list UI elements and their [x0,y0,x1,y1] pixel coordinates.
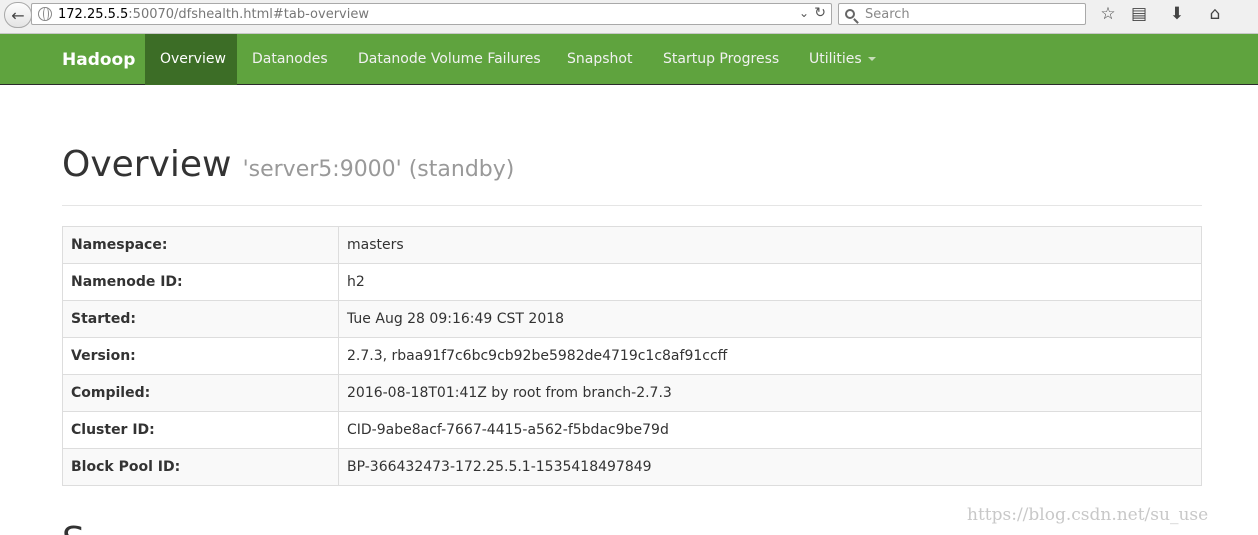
nav-utilities-label: Utilities [809,51,862,67]
nav-snapshot[interactable]: Snapshot [552,34,647,85]
search-placeholder: Search [865,6,910,22]
reading-list-icon[interactable]: ▤ [1128,4,1150,24]
globe-icon [38,7,52,21]
nav-utilities[interactable]: Utilities [794,34,891,85]
overview-table: Namespace: masters Namenode ID: h2 Start… [62,226,1202,486]
row-value: masters [338,226,1202,264]
chevron-down-icon[interactable]: ⌄ [799,6,809,20]
home-icon[interactable]: ⌂ [1204,4,1226,24]
bookmark-star-icon[interactable]: ☆ [1097,4,1119,24]
row-value: CID-9abe8acf-7667-4415-a562-f5bdac9be79d [338,411,1202,449]
table-row: Compiled: 2016-08-18T01:41Z by root from… [62,374,1202,412]
search-input[interactable]: Search [838,3,1086,25]
page-header: Overview 'server5:9000' (standby) [62,144,1202,206]
row-value: 2016-08-18T01:41Z by root from branch-2.… [338,374,1202,412]
row-label: Cluster ID: [62,411,339,449]
page-subtitle: 'server5:9000' (standby) [242,157,515,182]
page-title: Overview [62,144,232,185]
row-label: Block Pool ID: [62,448,339,486]
table-row: Block Pool ID: BP-366432473-172.25.5.1-1… [62,448,1202,486]
search-icon [845,9,855,19]
table-row: Started: Tue Aug 28 09:16:49 CST 2018 [62,300,1202,338]
reload-icon[interactable]: ↻ [814,5,826,21]
row-label: Namespace: [62,226,339,264]
browser-toolbar: ← 172.25.5.5:50070/dfshealth.html#tab-ov… [0,0,1258,34]
table-row: Cluster ID: CID-9abe8acf-7667-4415-a562-… [62,411,1202,449]
next-section-heading: S [62,520,85,535]
caret-down-icon [867,57,876,61]
row-value: Tue Aug 28 09:16:49 CST 2018 [338,300,1202,338]
row-label: Compiled: [62,374,339,412]
row-label: Version: [62,337,339,375]
url-bar[interactable]: 172.25.5.5:50070/dfshealth.html#tab-over… [31,3,832,25]
table-row: Namespace: masters [62,226,1202,264]
nav-overview[interactable]: Overview [145,34,237,85]
row-value: h2 [338,263,1202,301]
nav-startup-progress[interactable]: Startup Progress [648,34,794,85]
brand-logo[interactable]: Hadoop [62,50,135,70]
nav-datanodes[interactable]: Datanodes [237,34,343,85]
nav-datanode-volume-failures[interactable]: Datanode Volume Failures [343,34,556,85]
row-label: Started: [62,300,339,338]
row-label: Namenode ID: [62,263,339,301]
url-text: 172.25.5.5:50070/dfshealth.html#tab-over… [58,6,369,22]
table-row: Version: 2.7.3, rbaa91f7c6bc9cb92be5982d… [62,337,1202,375]
row-value: BP-366432473-172.25.5.1-1535418497849 [338,448,1202,486]
watermark: https://blog.csdn.net/su_use [967,505,1209,525]
row-value: 2.7.3, rbaa91f7c6bc9cb92be5982de4719c1c8… [338,337,1202,375]
back-arrow-icon[interactable]: ← [4,2,32,28]
table-row: Namenode ID: h2 [62,263,1202,301]
download-icon[interactable]: ⬇ [1166,4,1188,24]
navbar: Hadoop Overview Datanodes Datanode Volum… [0,34,1258,85]
